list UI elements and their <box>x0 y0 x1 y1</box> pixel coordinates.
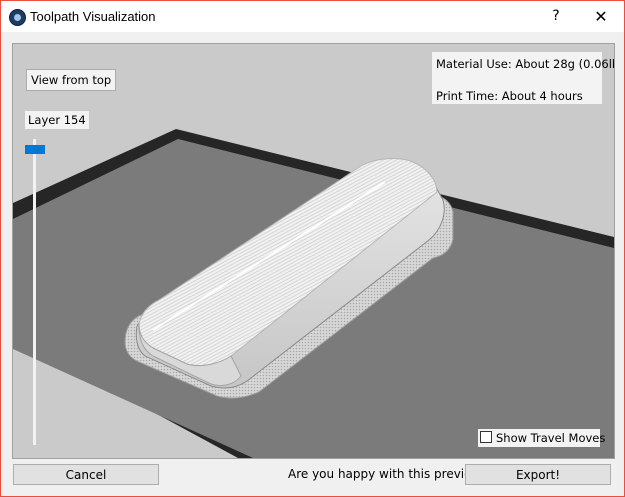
title-bar: Toolpath Visualization ? ✕ <box>1 1 624 32</box>
layer-label: Layer 154 <box>25 111 89 129</box>
toolpath-3d-viewport[interactable]: View from top Layer 154 Material Use: Ab… <box>12 43 615 459</box>
confirm-question-text: Are you happy with this preview? <box>288 467 488 481</box>
layer-slider-thumb[interactable] <box>25 144 45 154</box>
view-from-top-button[interactable]: View from top <box>26 69 117 91</box>
print-info-panel: Material Use: About 28g (0.06lb) Print T… <box>432 52 614 104</box>
close-button[interactable]: ✕ <box>578 1 624 32</box>
checkbox-icon[interactable] <box>480 431 492 443</box>
dialog-window: Toolpath Visualization ? ✕ View from top… <box>0 0 625 497</box>
layer-slider-track[interactable] <box>33 139 36 445</box>
help-button[interactable]: ? <box>533 1 579 32</box>
window-title: Toolpath Visualization <box>30 9 156 24</box>
material-use-text: Material Use: About 28g (0.06lb) <box>436 57 615 71</box>
print-time-text: Print Time: About 4 hours <box>436 89 583 103</box>
show-travel-moves-label: Show Travel Moves <box>496 431 606 445</box>
cancel-button[interactable]: Cancel <box>13 464 159 485</box>
export-button[interactable]: Export! <box>465 464 611 485</box>
app-logo-icon <box>9 9 26 26</box>
show-travel-moves-toggle[interactable]: Show Travel Moves <box>478 429 605 447</box>
print-bed-render <box>13 129 614 458</box>
